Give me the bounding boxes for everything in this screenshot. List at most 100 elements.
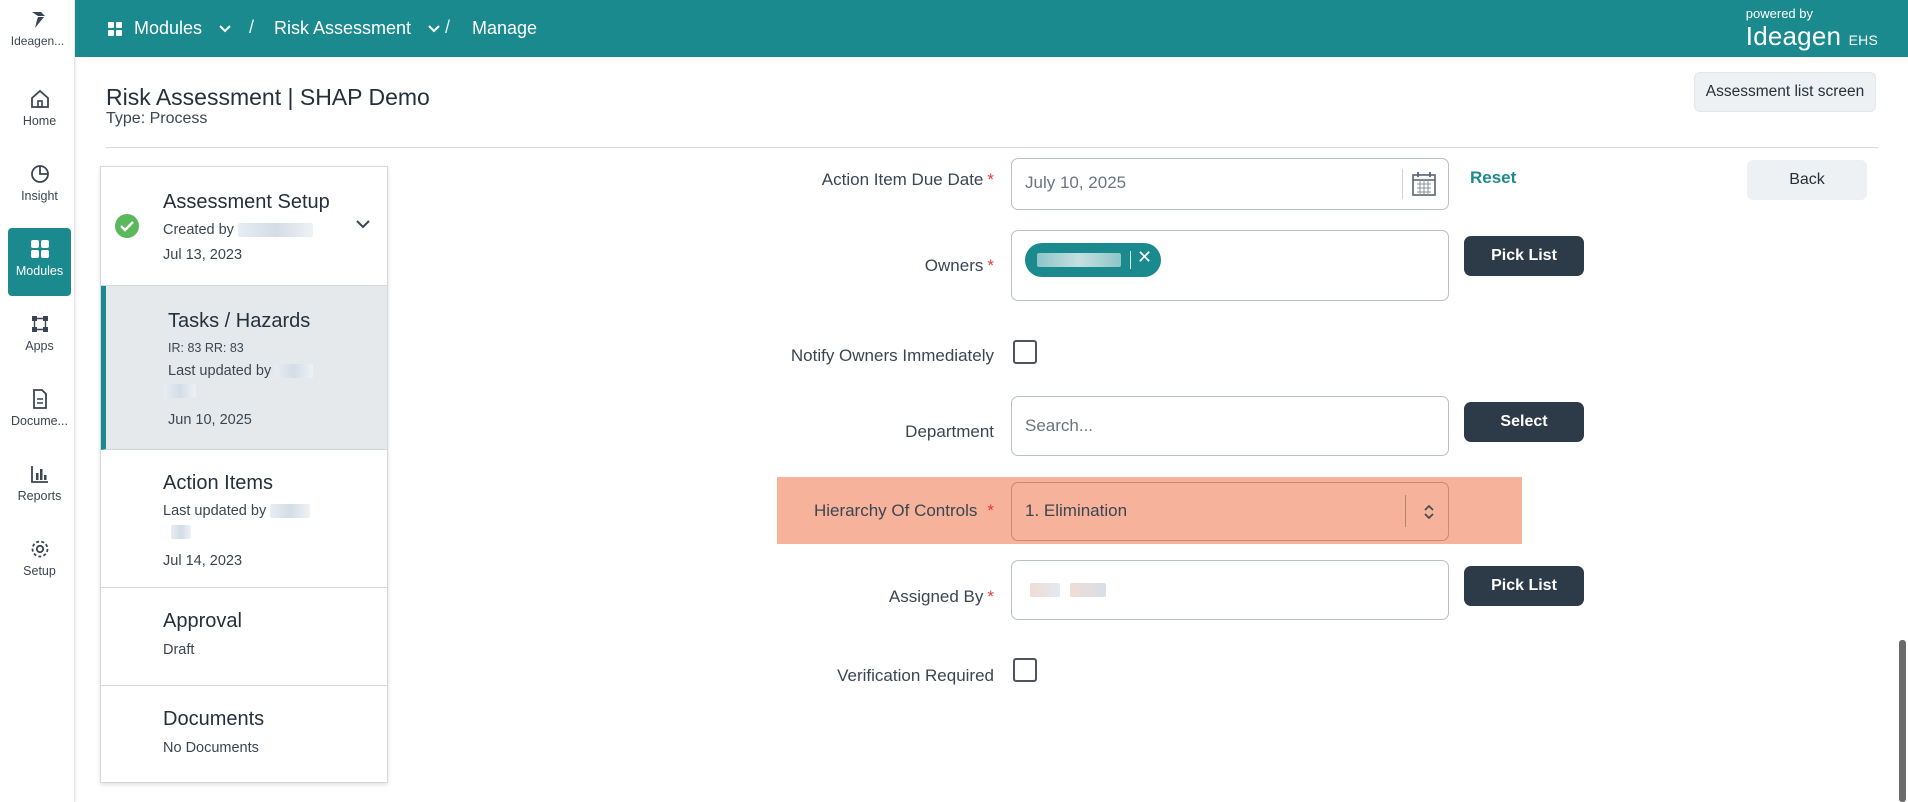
home-icon [30,89,49,108]
step-status: Draft [163,642,195,658]
verification-label: Verification Required [837,666,994,685]
owner-chip: ✕ [1025,243,1161,277]
bar-chart-icon [30,466,48,483]
owners-pick-list-button[interactable]: Pick List [1464,236,1584,276]
required-mark: * [987,256,994,275]
step-action-items[interactable]: Action Items Last updated by Jul 14, 202… [101,450,387,588]
remove-chip-icon[interactable]: ✕ [1137,247,1152,268]
rail-item-label: Modules [15,264,64,278]
step-updated-by: Last updated by [163,503,311,519]
header-divider [106,147,1878,148]
chevron-down-icon [219,24,231,32]
document-icon [32,389,47,409]
steps-panel: Assessment Setup Created by Jul 13, 2023… [100,166,388,783]
department-label: Department [905,422,994,441]
assessment-list-button[interactable]: Assessment list screen [1694,72,1876,112]
redacted-name [275,364,314,379]
step-tasks-hazards[interactable]: Tasks / Hazards IR: 83 RR: 83 Last updat… [101,286,387,450]
redacted-name [270,504,311,519]
page-subtitle: Type: Process [106,110,208,127]
rail-item-insight[interactable]: Insight [8,153,71,221]
left-nav-rail: Ideagen... Home Insight Modules Apps Doc… [0,0,75,802]
redacted-name [1030,583,1060,597]
breadcrumb-modules[interactable]: Modules [108,0,232,57]
required-mark: * [987,170,994,189]
department-placeholder: Search... [1025,416,1094,435]
step-updated-by-cont [171,524,191,540]
rail-item-apps[interactable]: Apps [8,303,71,371]
calendar-icon[interactable] [1411,171,1437,197]
owners-label: Owners * [925,256,994,276]
brand-name: Ideagen [1745,21,1842,51]
step-approval[interactable]: Approval Draft [101,588,387,686]
hierarchy-label: Hierarchy Of Controls * [814,501,994,521]
gear-icon [31,540,48,558]
verification-required-checkbox[interactable] [1013,658,1037,682]
page-scrollbar[interactable] [1899,640,1906,802]
assigned-by-pick-list-button[interactable]: Pick List [1464,566,1584,606]
due-date-value: July 10, 2025 [1025,173,1127,192]
step-risk-ratings: IR: 83 RR: 83 [168,341,244,355]
chip-divider [1130,251,1131,269]
powered-by-logo: powered by Ideagen EHS [1746,6,1878,52]
ideagen-logo-icon [31,12,45,28]
field-label: Action Item Due Date [821,170,984,189]
step-title: Approval [163,610,242,632]
step-title: Tasks / Hazards [168,310,311,332]
chevron-down-icon[interactable] [355,219,371,229]
step-meta-label: Created by [163,222,234,238]
rail-logo-label: Ideagen... [10,34,65,48]
breadcrumb-separator: / [249,17,255,37]
step-documents[interactable]: Documents No Documents [101,686,387,782]
due-date-field[interactable]: July 10, 2025 [1011,158,1449,210]
department-select-button[interactable]: Select [1464,402,1584,442]
rail-item-label: Home [22,114,57,128]
chevron-down-icon [428,24,440,32]
rail-item-label: Insight [21,189,58,203]
page-title: Risk Assessment | SHAP Demo [106,84,430,110]
breadcrumb-label: Modules [134,18,203,38]
rail-item-documents[interactable]: Docume... [8,378,71,446]
notify-owners-checkbox[interactable] [1013,340,1037,364]
field-divider [1402,169,1403,199]
field-divider [1405,495,1406,527]
powered-by-text: powered by [1745,6,1813,21]
notify-label: Notify Owners Immediately [790,346,994,365]
step-title: Documents [163,708,265,730]
redacted-name [171,525,191,540]
redacted-name [1037,253,1121,267]
hierarchy-select[interactable]: 1. Elimination [1011,482,1449,541]
back-button[interactable]: Back [1747,160,1867,200]
owners-field[interactable]: ✕ [1011,230,1449,301]
breadcrumb-manage: Manage [472,0,537,57]
rail-item-reports[interactable]: Reports [8,453,71,521]
redacted-name [164,384,196,399]
reset-link[interactable]: Reset [1470,168,1516,188]
rail-item-label: Docume... [11,414,68,428]
field-label: Hierarchy Of Controls [813,501,978,520]
breadcrumb-risk-assessment[interactable]: Risk Assessment [274,0,441,57]
grid-icon [108,21,122,36]
step-title: Action Items [163,472,274,494]
step-assessment-setup[interactable]: Assessment Setup Created by Jul 13, 2023 [101,167,387,286]
rail-item-setup[interactable]: Setup [8,528,71,596]
assigned-by-field[interactable] [1011,560,1449,620]
required-mark: * [987,501,994,520]
step-updated-by: Last updated by [168,363,314,379]
grid-icon [30,240,49,258]
rail-item-home[interactable]: Home [8,78,71,146]
due-date-label: Action Item Due Date * [822,170,994,190]
brand-suffix: EHS [1848,32,1878,48]
rail-item-modules[interactable]: Modules [8,228,71,296]
step-created-by: Created by [163,222,313,238]
breadcrumb-separator: / [445,17,451,37]
step-date: Jul 13, 2023 [163,247,243,263]
breadcrumb-label: Risk Assessment [274,18,412,38]
ideagen-logo[interactable]: Ideagen... [0,10,75,48]
department-search-input[interactable]: Search... [1011,396,1449,456]
required-mark: * [987,587,994,606]
brand-text: Ideagen EHS [1746,21,1878,52]
apps-icon [31,316,48,332]
step-title: Assessment Setup [163,191,330,213]
sort-arrows-icon [1424,504,1434,520]
